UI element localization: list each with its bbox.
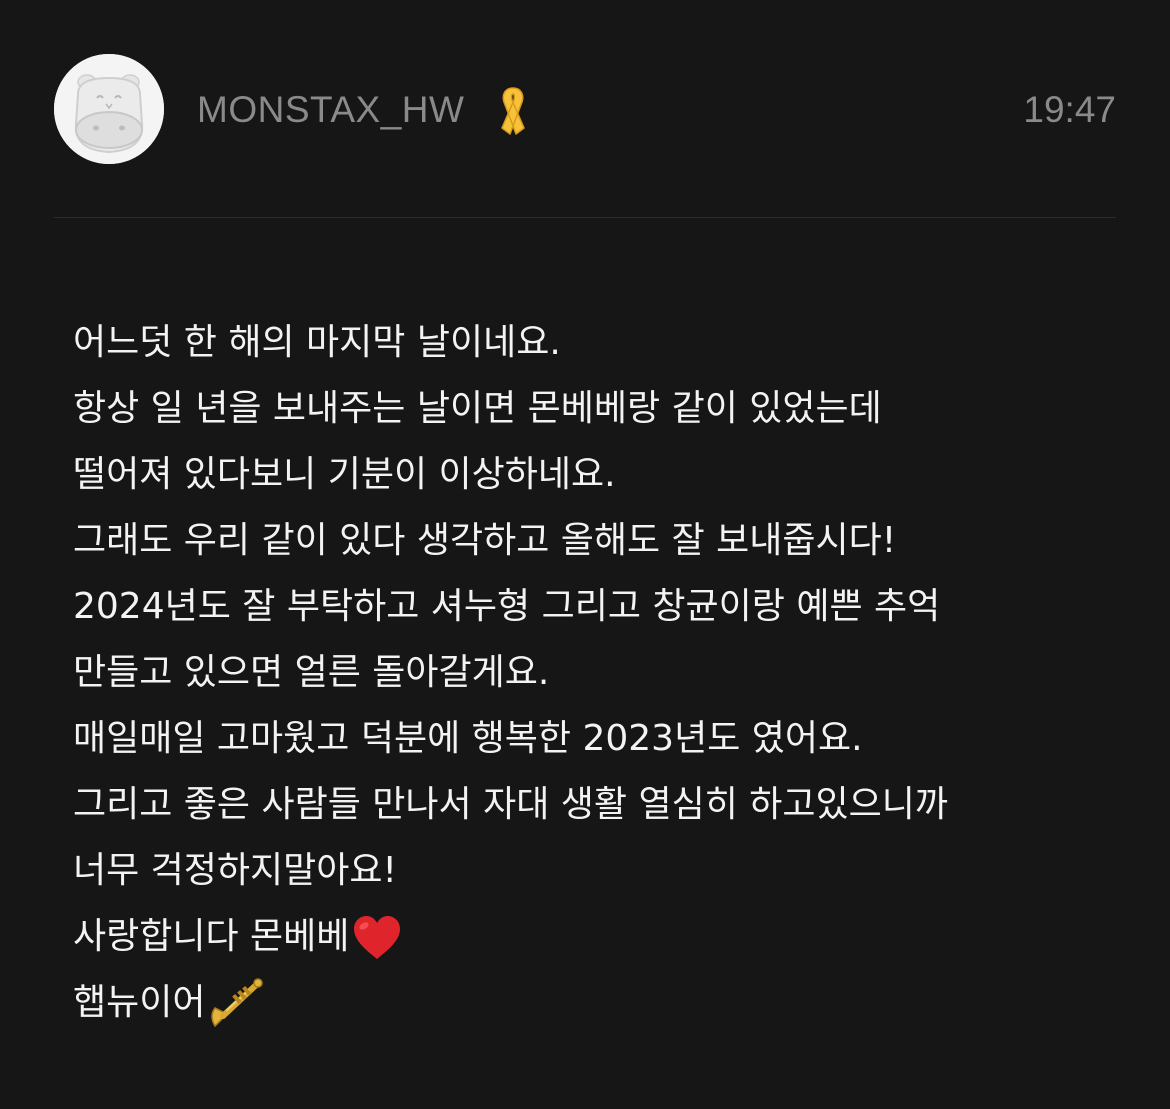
hippo-avatar-icon bbox=[54, 54, 164, 164]
message-line: 사랑합니다 몬베베 bbox=[73, 904, 1133, 970]
post-time: 19:47 bbox=[1023, 89, 1116, 130]
message-line: 매일매일 고마웠고 덕분에 행복한 2023년도 였어요. bbox=[73, 718, 863, 759]
avatar[interactable] bbox=[54, 54, 164, 164]
message-line: 그리고 좋은 사람들 만나서 자대 생활 열심히 하고있으니까 bbox=[73, 784, 948, 825]
header-divider bbox=[54, 217, 1116, 218]
message-body: 어느덧 한 해의 마지막 날이네요. 항상 일 년을 보내주는 날이면 몬베베랑… bbox=[73, 310, 1133, 1036]
message-line: 너무 걱정하지말아요! bbox=[73, 850, 397, 891]
message-line: 항상 일 년을 보내주는 날이면 몬베베랑 같이 있었는데 bbox=[73, 388, 882, 429]
message-line: 만들고 있으면 얼른 돌아갈게요. bbox=[73, 652, 550, 693]
username[interactable]: MONSTAX_HW bbox=[197, 88, 464, 132]
message-line: 어느덧 한 해의 마지막 날이네요. bbox=[73, 322, 561, 363]
message-line: 그래도 우리 같이 있다 생각하고 올해도 잘 보내줍시다! bbox=[73, 520, 897, 561]
red-heart-icon bbox=[354, 916, 401, 959]
message-line: 떨어져 있다보니 기분이 이상하네요. bbox=[73, 454, 616, 495]
post-header: MONSTAX_HW 19:47 bbox=[54, 54, 1116, 166]
trumpet-icon bbox=[211, 978, 264, 1028]
message-line: 햅뉴이어 bbox=[73, 970, 1133, 1036]
yellow-ribbon-icon bbox=[501, 87, 525, 135]
message-line: 2024년도 잘 부탁하고 셔누형 그리고 창균이랑 예쁜 추억 bbox=[73, 586, 941, 627]
